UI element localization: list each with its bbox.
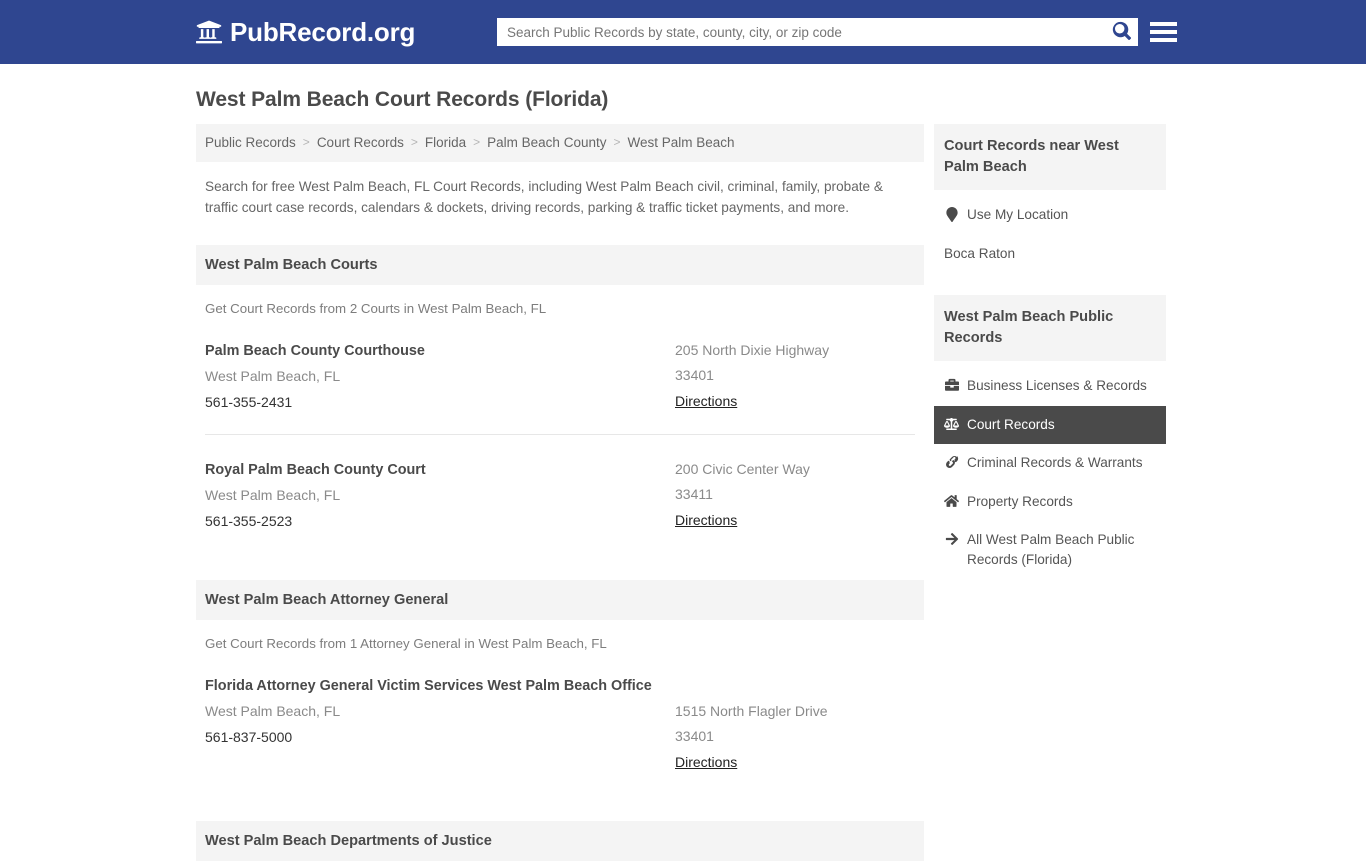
hamburger-bar: [1150, 38, 1177, 42]
listing-phone: 561-355-2431: [205, 393, 293, 410]
sidebar-item-label: Court Records: [967, 416, 1055, 432]
section-subtitle-attorney-general: Get Court Records from 1 Attorney Genera…: [205, 635, 607, 651]
listing-zip: 33411: [675, 486, 713, 503]
sidebar-item-use-my-location[interactable]: Use My Location: [934, 196, 1166, 234]
sidebar-public-records-list: Business Licenses & Records Court Record…: [934, 367, 1166, 579]
breadcrumb-item-public-records[interactable]: Public Records: [205, 134, 296, 152]
directions-link[interactable]: Directions: [675, 508, 737, 534]
sidebar-item-court-records[interactable]: Court Records: [934, 405, 1166, 445]
sidebar-item-property-records[interactable]: Property Records: [934, 483, 1166, 521]
breadcrumb-item-palm-beach-county[interactable]: Palm Beach County: [487, 134, 606, 152]
listing-name: Florida Attorney General Victim Services…: [205, 677, 652, 694]
hamburger-bar: [1150, 22, 1177, 26]
site-logo-text: PubRecord.org: [230, 17, 416, 47]
sidebar-item-label: Use My Location: [967, 207, 1069, 223]
site-logo-link[interactable]: PubRecord.org: [196, 19, 415, 45]
listing-zip: 33401: [675, 728, 714, 745]
sidebar-item-label: Business Licenses & Records: [967, 378, 1147, 394]
arrow-right-icon: [944, 530, 959, 548]
page-intro-text: Search for free West Palm Beach, FL Cour…: [205, 178, 883, 215]
listing-right-col: 1515 North Flagler Drive 33401 Direction…: [675, 699, 915, 776]
listing-name: Royal Palm Beach County Court: [205, 461, 426, 478]
handcuffs-icon: [944, 453, 959, 471]
breadcrumb-item-west-palm-beach[interactable]: West Palm Beach: [627, 134, 734, 152]
sidebar-item-criminal-records[interactable]: Criminal Records & Warrants: [934, 444, 1166, 482]
listing-left-col: Florida Attorney General Victim Services…: [205, 673, 675, 776]
listing-street: 200 Civic Center Way: [675, 460, 810, 477]
listing-right-col: 200 Civic Center Way 33411 Directions: [675, 457, 915, 535]
breadcrumb-separator: >: [302, 134, 310, 149]
sidebar-heading-nearby: Court Records near West Palm Beach: [934, 124, 1166, 191]
listing-street: 1515 North Flagler Drive: [675, 702, 828, 719]
listing-left-col: Royal Palm Beach County Court West Palm …: [205, 457, 675, 535]
sidebar: Court Records near West Palm Beach Use M…: [934, 124, 1166, 580]
sidebar-item-business-licenses[interactable]: Business Licenses & Records: [934, 367, 1166, 405]
listing-right-col: 205 North Dixie Highway 33401 Directions: [675, 338, 915, 416]
section-header-attorney-general: West Palm Beach Attorney General: [196, 579, 924, 620]
listing-zip: 33401: [675, 367, 714, 384]
balance-scale-icon: [944, 415, 959, 433]
listing-street: 205 North Dixie Highway: [675, 341, 830, 358]
listing-city: West Palm Beach, FL: [205, 367, 341, 384]
section-header-departments-of-justice: West Palm Beach Departments of Justice: [196, 820, 924, 861]
site-header: PubRecord.org: [0, 0, 1366, 64]
sidebar-item-label: Property Records: [967, 493, 1073, 509]
listing-city: West Palm Beach, FL: [205, 486, 341, 503]
listing-item: Royal Palm Beach County Court West Palm …: [205, 457, 915, 553]
section-subtitle-courts: Get Court Records from 2 Courts in West …: [205, 300, 547, 316]
breadcrumb: Public Records > Court Records > Florida…: [196, 124, 924, 162]
home-icon: [944, 492, 959, 510]
university-icon: [196, 19, 222, 45]
search-icon: [1112, 21, 1131, 43]
breadcrumb-item-florida[interactable]: Florida: [425, 134, 466, 152]
sidebar-nearby-list: Use My Location Boca Raton: [934, 196, 1166, 273]
listing-phone: 561-837-5000: [205, 728, 293, 745]
hamburger-bar: [1150, 30, 1177, 34]
directions-link[interactable]: Directions: [675, 750, 737, 776]
sidebar-item-boca-raton[interactable]: Boca Raton: [934, 235, 1166, 273]
listing-left-col: Palm Beach County Courthouse West Palm B…: [205, 338, 675, 416]
breadcrumb-item-court-records[interactable]: Court Records: [317, 134, 404, 152]
directions-link[interactable]: Directions: [675, 389, 737, 415]
search-input[interactable]: [497, 19, 1104, 45]
sidebar-item-all-public-records[interactable]: All West Palm Beach Public Records (Flor…: [934, 521, 1166, 580]
sidebar-heading-public-records: West Palm Beach Public Records: [934, 295, 1166, 362]
sidebar-item-label: All West Palm Beach Public Records (Flor…: [967, 531, 1135, 568]
breadcrumb-separator: >: [613, 134, 621, 149]
listing-phone: 561-355-2523: [205, 512, 293, 529]
map-pin-icon: [944, 205, 959, 223]
hamburger-menu-icon[interactable]: [1150, 18, 1177, 46]
page-title: West Palm Beach Court Records (Florida): [196, 88, 609, 111]
sidebar-item-label: Criminal Records & Warrants: [967, 455, 1143, 471]
listing-city: West Palm Beach, FL: [205, 702, 341, 719]
breadcrumb-separator: >: [410, 134, 418, 149]
section-header-courts: West Palm Beach Courts: [196, 244, 924, 285]
search-button[interactable]: [1104, 18, 1138, 46]
listing-item: Palm Beach County Courthouse West Palm B…: [205, 338, 915, 435]
listing-item: Florida Attorney General Victim Services…: [205, 673, 915, 794]
main-content: Public Records > Court Records > Florida…: [196, 124, 924, 861]
briefcase-icon: [944, 376, 959, 394]
search-bar: [497, 18, 1138, 46]
sidebar-item-label: Boca Raton: [944, 245, 1016, 261]
listing-name: Palm Beach County Courthouse: [205, 342, 425, 359]
breadcrumb-separator: >: [473, 134, 481, 149]
